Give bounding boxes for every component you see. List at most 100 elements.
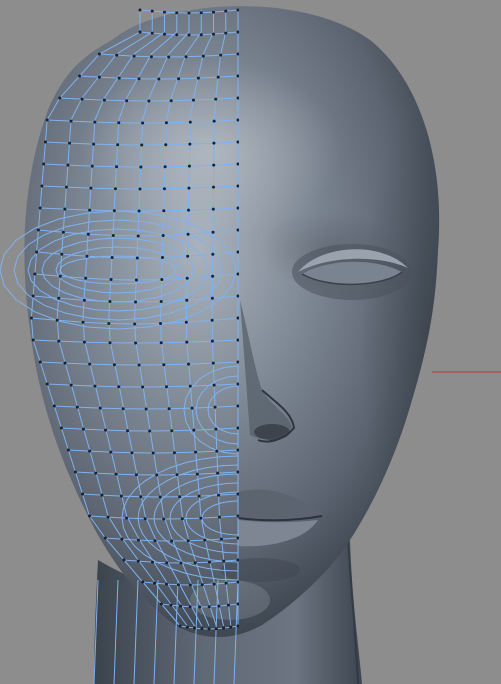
- vertex: [119, 494, 123, 498]
- vertex: [216, 75, 220, 79]
- vertex: [151, 560, 154, 564]
- vertex: [161, 234, 165, 238]
- vertex: [85, 254, 89, 258]
- vertex: [100, 493, 104, 497]
- vertex: [68, 141, 72, 145]
- vertex: [108, 341, 112, 345]
- vertex: [185, 340, 189, 344]
- vertex: [185, 276, 189, 280]
- vertex: [193, 626, 197, 630]
- vertex: [45, 382, 49, 386]
- vertex: [69, 383, 73, 387]
- vertex: [141, 121, 145, 125]
- vertex: [200, 583, 204, 587]
- vertex: [86, 232, 90, 236]
- vertex: [212, 141, 216, 145]
- vertex: [40, 184, 44, 188]
- vertex: [163, 32, 166, 36]
- vertex: [155, 473, 159, 477]
- vertex: [84, 276, 88, 280]
- vertex: [125, 99, 129, 103]
- vertex: [160, 278, 164, 282]
- vertex: [137, 77, 141, 81]
- vertex: [88, 362, 92, 366]
- vertex: [122, 558, 126, 562]
- vertex: [98, 406, 102, 410]
- vertex: [175, 473, 179, 477]
- vertex: [153, 539, 157, 543]
- vertex: [212, 10, 215, 14]
- vertex: [214, 627, 218, 631]
- vertex: [210, 339, 214, 343]
- vertex: [114, 472, 118, 476]
- vertex: [103, 536, 107, 540]
- vertex: [167, 407, 171, 411]
- vertex: [29, 316, 33, 320]
- vertex: [178, 624, 182, 628]
- vertex: [82, 340, 86, 344]
- vertex: [165, 561, 169, 565]
- vertex: [185, 625, 189, 629]
- vertex: [88, 208, 92, 212]
- vertex: [143, 517, 147, 521]
- vertex: [167, 55, 171, 59]
- vertex: [193, 561, 197, 565]
- vertex: [136, 538, 140, 542]
- vertex: [179, 561, 183, 565]
- vertex: [170, 429, 174, 433]
- vertex: [57, 296, 61, 300]
- vertex: [132, 54, 136, 58]
- vertex: [217, 604, 221, 608]
- vertex: [164, 121, 168, 125]
- vertex: [169, 603, 173, 607]
- 3d-viewport[interactable]: [0, 0, 501, 684]
- vertex: [178, 495, 182, 499]
- vertex: [113, 187, 117, 191]
- vertex: [184, 55, 188, 59]
- vertex: [141, 385, 145, 389]
- viewport-canvas[interactable]: [0, 0, 501, 684]
- vertex: [136, 234, 140, 238]
- vertex: [210, 296, 214, 300]
- vertex: [38, 206, 42, 210]
- vertex: [217, 515, 221, 519]
- vertex: [169, 99, 173, 103]
- vertex: [214, 427, 218, 431]
- vertex: [81, 320, 85, 324]
- vertex: [159, 300, 163, 304]
- vertex: [177, 77, 181, 81]
- vertex: [224, 31, 228, 35]
- vertex: [117, 385, 121, 389]
- vertex: [164, 385, 168, 389]
- vertex: [185, 298, 189, 302]
- vertex: [38, 360, 42, 364]
- vertex: [159, 341, 163, 345]
- vertex: [82, 298, 86, 302]
- vertex: [208, 560, 211, 564]
- vertex: [149, 55, 153, 59]
- vertex: [147, 99, 151, 103]
- vertex: [212, 582, 216, 586]
- vertex: [163, 10, 166, 14]
- vertex: [212, 32, 215, 36]
- vertex: [133, 322, 137, 326]
- vertex: [219, 53, 223, 57]
- vertex: [115, 53, 119, 57]
- vertex: [81, 427, 85, 431]
- vertex: [196, 76, 200, 80]
- vertex: [170, 539, 174, 543]
- vertex: [222, 626, 226, 630]
- vertex: [139, 495, 143, 499]
- vertex: [222, 559, 226, 563]
- vertex: [121, 407, 125, 411]
- vertex: [80, 492, 84, 496]
- vertex: [93, 384, 97, 388]
- vertex: [138, 8, 142, 12]
- vertex: [94, 471, 98, 475]
- vertex: [157, 77, 161, 81]
- vertex: [134, 473, 138, 477]
- vertex: [165, 582, 169, 586]
- vertex: [179, 604, 183, 608]
- vertex: [162, 517, 166, 521]
- vertex: [104, 428, 108, 432]
